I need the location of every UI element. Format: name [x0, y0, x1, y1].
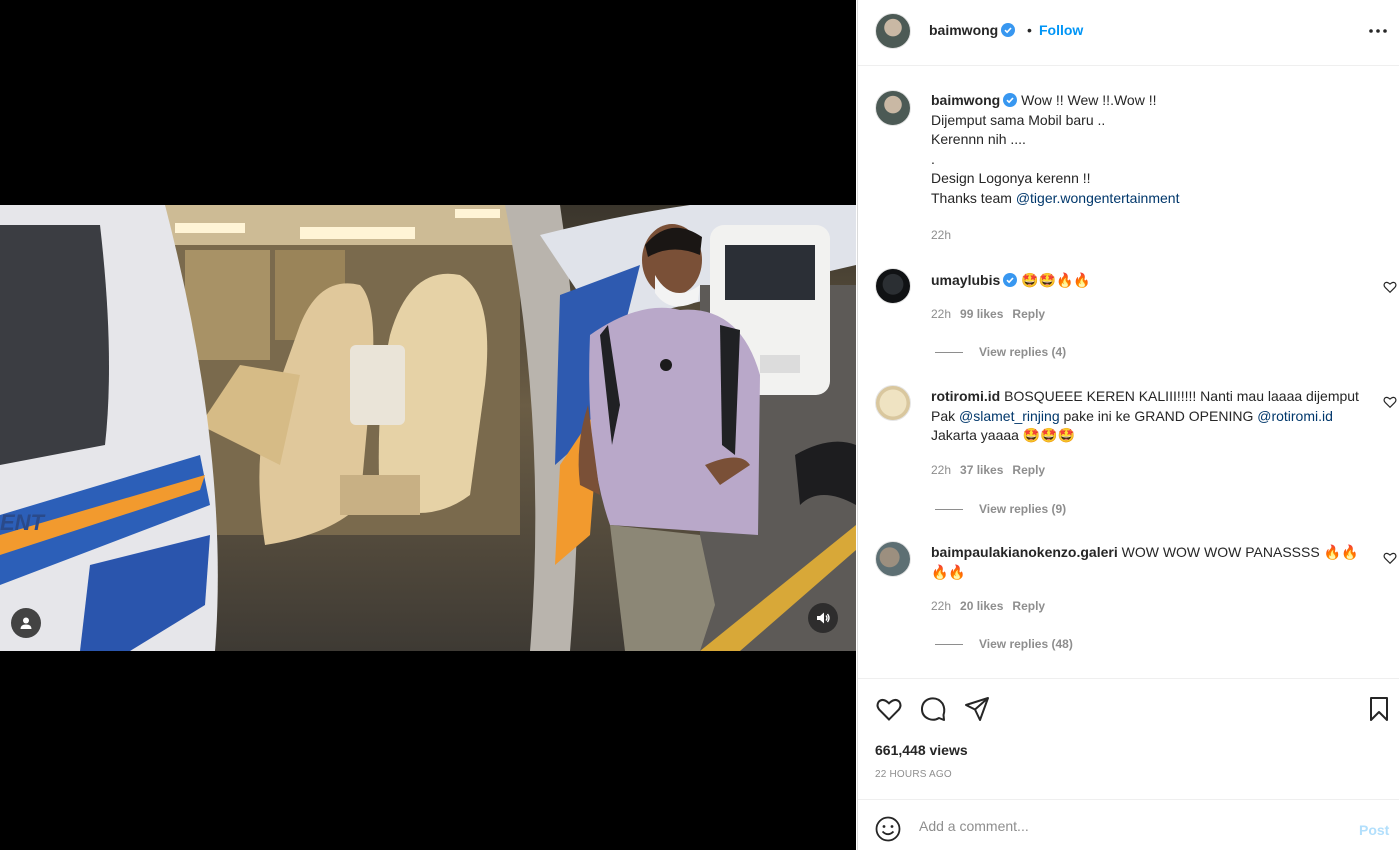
- follow-button[interactable]: Follow: [1039, 22, 1083, 38]
- comment-reply-button[interactable]: Reply: [1012, 463, 1045, 477]
- post-comment-button[interactable]: Post: [1359, 822, 1389, 838]
- comment: rotiromi.id BOSQUEEE KEREN KALIII!!!!! N…: [875, 385, 1397, 525]
- comment-icon[interactable]: [919, 695, 947, 723]
- comment-composer: Post: [858, 799, 1399, 850]
- comment-meta: 22h 20 likes Reply: [931, 599, 1054, 613]
- header-separator: •: [1027, 22, 1032, 38]
- view-count[interactable]: 661,448 views: [875, 742, 968, 758]
- add-comment-input[interactable]: [919, 816, 1339, 836]
- comment: baimpaulakianokenzo.galeri WOW WOW WOW P…: [875, 541, 1397, 661]
- like-heart-icon[interactable]: [875, 695, 903, 723]
- caption-mention[interactable]: @tiger.wongentertainment: [1016, 190, 1180, 206]
- post-caption: baimwong Wow !! Wew !!.Wow !! Dijemput s…: [875, 90, 1385, 250]
- replies-line: [935, 644, 963, 646]
- comment-text: Jakarta yaaaa 🤩🤩🤩: [931, 427, 1076, 443]
- replies-line: [935, 352, 963, 354]
- post-header: baimwong • Follow: [858, 0, 1399, 66]
- view-replies-button[interactable]: View replies (4): [935, 345, 1066, 359]
- comment-avatar[interactable]: [875, 268, 911, 304]
- view-replies-button[interactable]: View replies (48): [935, 637, 1073, 651]
- comment-mention[interactable]: @slamet_rinjing: [959, 408, 1060, 424]
- post-actions: 661,448 views 22 HOURS AGO: [858, 678, 1399, 799]
- view-replies-label: View replies (48): [979, 637, 1073, 651]
- comment-time: 22h: [931, 307, 952, 321]
- author-username-wrap: baimwong: [929, 22, 1016, 38]
- view-replies-label: View replies (9): [979, 502, 1067, 516]
- comment-username[interactable]: rotiromi.id: [931, 388, 1000, 404]
- view-replies-label: View replies (4): [979, 345, 1067, 359]
- post-side-panel: baimwong • Follow baimwong Wow !! Wew !!…: [857, 0, 1399, 850]
- comment-likes[interactable]: 37 likes: [960, 463, 1003, 477]
- comment-text: 🤩🤩🔥🔥: [1021, 272, 1091, 288]
- verified-badge-icon: [1003, 93, 1018, 107]
- comment-username[interactable]: baimpaulakianokenzo.galeri: [931, 544, 1118, 560]
- volume-icon: [817, 612, 830, 624]
- svg-text:ENT: ENT: [0, 510, 46, 535]
- caption-line: Dijemput sama Mobil baru ..: [931, 111, 1106, 128]
- caption-username[interactable]: baimwong: [931, 92, 1000, 108]
- caption-line: Design Logonya kerenn !!: [931, 170, 1091, 186]
- comment: umaylubis 🤩🤩🔥🔥 22h 99 likes Reply View rep…: [875, 268, 1397, 368]
- caption-line: Wow !! Wew !!.Wow !!: [1021, 92, 1157, 108]
- replies-line: [935, 509, 963, 511]
- bookmark-icon[interactable]: [1365, 695, 1393, 723]
- comment-body: baimpaulakianokenzo.galeri WOW WOW WOW P…: [931, 543, 1361, 582]
- comment-text: pake ini ke GRAND OPENING: [1059, 407, 1258, 424]
- like-comment-heart-icon[interactable]: [1383, 551, 1397, 565]
- comment-mention[interactable]: @rotiromi.id: [1257, 408, 1333, 424]
- comment-time: 22h: [931, 599, 952, 613]
- verified-badge-icon: [1001, 23, 1016, 37]
- comment-body: umaylubis 🤩🤩🔥🔥: [931, 271, 1361, 291]
- post-media: ENT: [0, 0, 856, 850]
- emoji-icon[interactable]: [875, 816, 901, 842]
- user-tag-icon: [20, 617, 32, 629]
- comment-likes[interactable]: 99 likes: [960, 307, 1003, 321]
- comment-time: 22h: [931, 463, 952, 477]
- share-icon[interactable]: [963, 695, 991, 723]
- comment-reply-button[interactable]: Reply: [1012, 599, 1045, 613]
- post-timestamp[interactable]: 22 HOURS AGO: [875, 769, 952, 780]
- author-avatar[interactable]: [875, 13, 911, 49]
- caption-line: .: [931, 150, 935, 167]
- verified-badge-icon: [1003, 273, 1018, 287]
- comment-avatar[interactable]: [875, 385, 911, 421]
- caption-body: baimwong Wow !! Wew !!.Wow !! Dijemput s…: [931, 91, 1361, 208]
- video-player[interactable]: ENT: [0, 205, 856, 651]
- caption-avatar[interactable]: [875, 90, 911, 126]
- video-frame: ENT: [0, 205, 856, 651]
- like-comment-heart-icon[interactable]: [1383, 395, 1397, 409]
- caption-time: 22h: [931, 228, 952, 242]
- comment-username[interactable]: umaylubis: [931, 272, 1000, 288]
- comment-body: rotiromi.id BOSQUEEE KEREN KALIII!!!!! N…: [931, 387, 1361, 446]
- comment-meta: 22h 37 likes Reply: [931, 463, 1054, 477]
- comment-avatar[interactable]: [875, 541, 911, 577]
- volume-button[interactable]: [808, 603, 838, 633]
- caption-thanks: Thanks team: [931, 189, 1016, 206]
- more-options-icon[interactable]: [1367, 24, 1389, 38]
- comments-scroll-area[interactable]: baimwong Wow !! Wew !!.Wow !! Dijemput s…: [858, 66, 1399, 678]
- comment-likes[interactable]: 20 likes: [960, 599, 1003, 613]
- comment-meta: 22h 99 likes Reply: [931, 307, 1054, 321]
- caption-line: Kerennn nih ....: [931, 131, 1026, 147]
- like-comment-heart-icon[interactable]: [1383, 280, 1397, 294]
- author-username[interactable]: baimwong: [929, 22, 998, 38]
- user-tag-button[interactable]: [11, 608, 41, 638]
- view-replies-button[interactable]: View replies (9): [935, 502, 1066, 516]
- comment-reply-button[interactable]: Reply: [1012, 307, 1045, 321]
